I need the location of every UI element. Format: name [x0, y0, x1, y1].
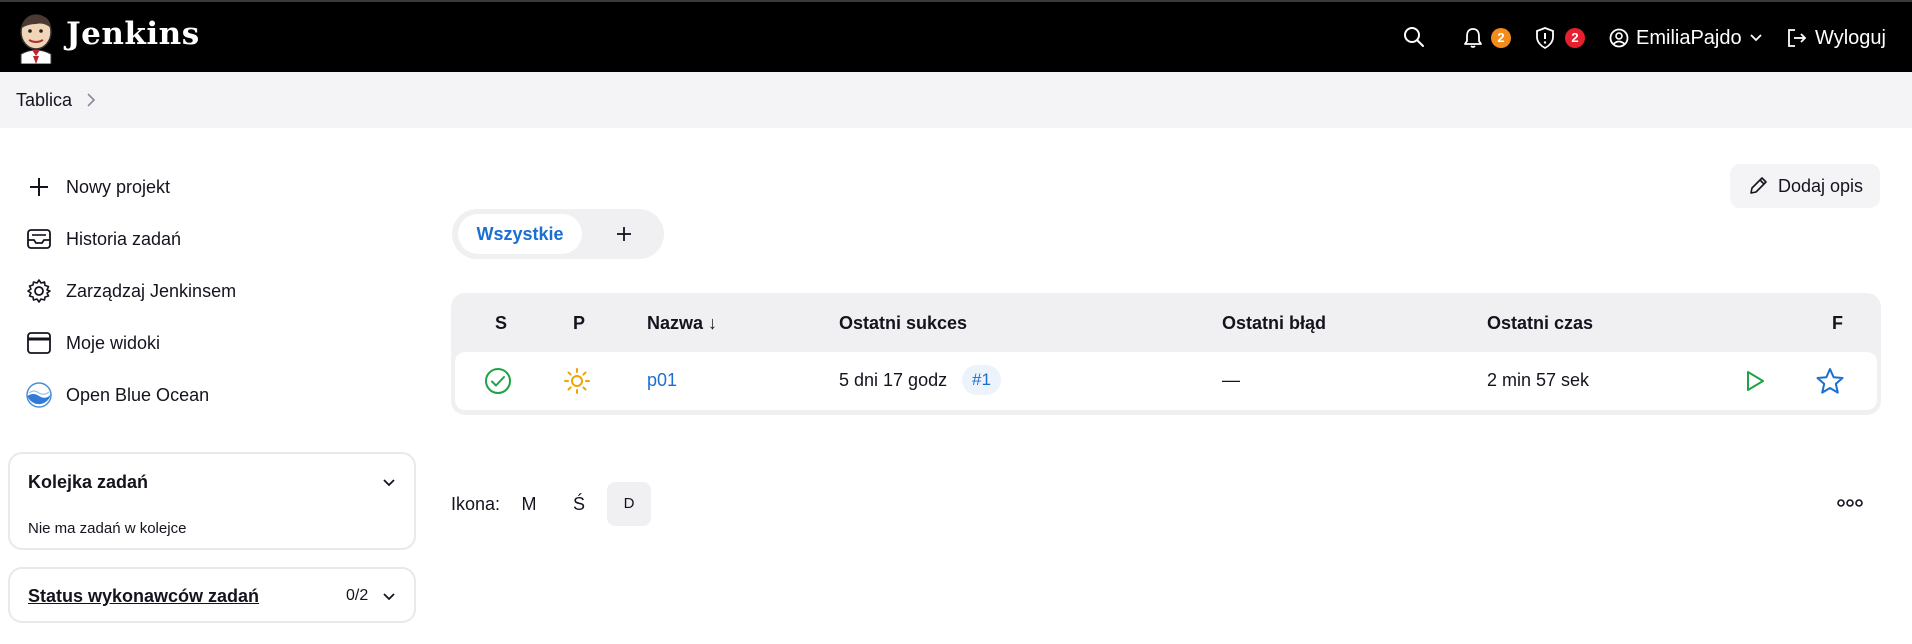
- executors-title[interactable]: Status wykonawców zadań: [28, 586, 259, 607]
- task-label: Nowy projekt: [66, 176, 171, 197]
- add-view-icon[interactable]: [615, 225, 633, 243]
- plus-icon: [30, 178, 48, 196]
- logout-link[interactable]: Wyloguj: [1815, 27, 1886, 50]
- tab-all[interactable]: Wszystkie: [458, 214, 582, 254]
- executors-count: 0/2: [346, 587, 369, 604]
- build-queue-title[interactable]: Kolejka zadań: [28, 472, 148, 493]
- last-success-time: 5 dni 17 godz: [839, 370, 948, 390]
- user-icon[interactable]: [1609, 28, 1629, 48]
- view-tabs: Wszystkie: [452, 209, 664, 259]
- task-label: Zarządzaj Jenkinsem: [66, 280, 237, 301]
- shield-icon[interactable]: [1535, 27, 1555, 49]
- task-my-views[interactable]: Moje widoki: [26, 328, 160, 358]
- task-manage-jenkins[interactable]: Zarządzaj Jenkinsem: [26, 276, 236, 306]
- task-blue-ocean[interactable]: Open Blue Ocean: [26, 380, 209, 410]
- breadcrumb: Tablica: [0, 72, 1912, 128]
- task-label: Moje widoki: [66, 332, 161, 353]
- pencil-icon: [1750, 177, 1767, 194]
- search-icon[interactable]: [1403, 26, 1425, 48]
- projects-table: S P Nazwa ↓ Ostatni sukces Ostatni błąd …: [451, 293, 1881, 415]
- user-name[interactable]: EmiliaPajdo: [1636, 27, 1742, 50]
- top-bar: Jenkins 2 2 EmiliaPajdo Wyloguj: [0, 0, 1912, 72]
- column-header-last-failure[interactable]: Ostatni błąd: [1222, 313, 1326, 334]
- window-icon: [27, 332, 51, 354]
- sun-weather-icon[interactable]: [563, 367, 591, 395]
- add-description-button[interactable]: Dodaj opis: [1730, 164, 1880, 208]
- task-label: Open Blue Ocean: [66, 384, 210, 405]
- task-label: Historia zadań: [66, 228, 182, 249]
- last-failure-value: —: [1222, 370, 1240, 390]
- chevron-down-icon[interactable]: [382, 478, 396, 488]
- column-header-last-success[interactable]: Ostatni sukces: [839, 313, 967, 334]
- breadcrumb-dashboard[interactable]: Tablica: [16, 90, 72, 111]
- executors-panel: Status wykonawców zadań 0/2: [8, 567, 416, 623]
- column-header-name[interactable]: Nazwa ↓: [647, 313, 717, 334]
- jenkins-logo-icon[interactable]: [16, 12, 56, 64]
- chevron-right-icon[interactable]: [86, 92, 96, 108]
- job-name-link[interactable]: p01: [647, 370, 677, 391]
- last-duration-value: 2 min 57 sek: [1487, 370, 1590, 390]
- table-row: p01 5 dni 17 godz #1 — 2 min 57 sek: [455, 352, 1877, 410]
- chevron-down-icon[interactable]: [1749, 33, 1763, 43]
- last-success-build-link[interactable]: #1: [962, 365, 1001, 395]
- icon-size-label: Ikona:: [451, 494, 501, 514]
- logout-icon[interactable]: [1786, 28, 1808, 48]
- notifications-badge[interactable]: 2: [1491, 28, 1511, 48]
- column-header-favorite[interactable]: F: [1832, 313, 1843, 334]
- more-options-icon[interactable]: [1836, 497, 1864, 509]
- icon-size-medium[interactable]: Ś: [557, 482, 601, 526]
- task-build-history[interactable]: Historia zadań: [26, 224, 181, 254]
- security-badge[interactable]: 2: [1565, 28, 1585, 48]
- blue-ocean-icon: [26, 382, 52, 408]
- column-header-status[interactable]: S: [495, 313, 507, 334]
- gear-icon: [27, 279, 51, 303]
- task-new-project[interactable]: Nowy projekt: [26, 172, 170, 202]
- build-queue-panel: Kolejka zadań Nie ma zadań w kolejce: [8, 452, 416, 550]
- play-build-icon[interactable]: [1745, 370, 1765, 392]
- bell-icon[interactable]: [1463, 27, 1483, 49]
- icon-size-small[interactable]: M: [507, 482, 551, 526]
- column-header-weather[interactable]: P: [573, 313, 585, 334]
- success-status-icon[interactable]: [484, 367, 512, 395]
- brand-title[interactable]: Jenkins: [66, 16, 200, 52]
- add-description-label: Dodaj opis: [1778, 176, 1864, 196]
- star-favorite-icon[interactable]: [1815, 367, 1845, 395]
- chevron-down-icon[interactable]: [382, 592, 396, 602]
- inbox-icon: [27, 229, 51, 249]
- icon-size-large[interactable]: D: [607, 482, 651, 526]
- column-header-last-duration[interactable]: Ostatni czas: [1487, 313, 1593, 334]
- build-queue-empty: Nie ma zadań w kolejce: [28, 520, 187, 537]
